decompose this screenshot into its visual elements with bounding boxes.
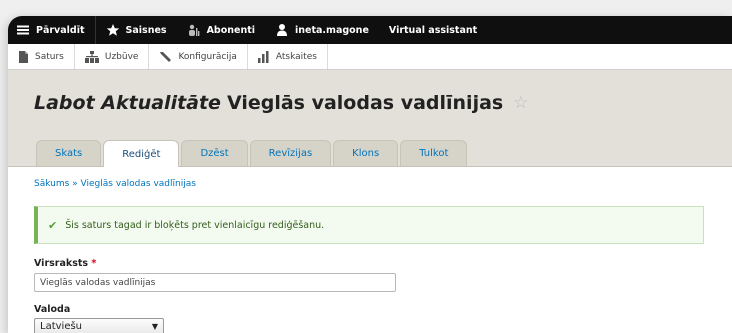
tab-edit[interactable]: Rediģēt — [103, 140, 180, 167]
toolbar-item-user[interactable]: ineta.magone — [265, 16, 379, 44]
status-message: ✔ Šis saturs tagad ir bloķēts pret vienl… — [34, 206, 704, 244]
toolbar-item-manage[interactable]: Pārvaldīt — [8, 16, 96, 44]
toolbar-item-label: ineta.magone — [295, 24, 369, 36]
required-marker: * — [91, 258, 97, 269]
tab-delete[interactable]: Dzēst — [181, 140, 248, 166]
toolbar-item-label: Virtual assistant — [388, 24, 478, 36]
tab-view[interactable]: Skats — [36, 140, 102, 166]
title-field-label: Virsraksts * — [34, 258, 97, 269]
tray-item-label: Atskaites — [275, 51, 317, 62]
chevron-down-icon: ▼ — [151, 322, 158, 331]
tray-item-label: Saturs — [35, 51, 64, 62]
user-icon — [277, 24, 288, 36]
tray-item-configuration[interactable]: Konfigurācija — [149, 44, 248, 69]
tray-item-label: Uzbūve — [104, 51, 139, 62]
page-title-type: Labot Aktualitāte — [34, 92, 221, 114]
title-input[interactable]: Vieglās valodas vadlīnijas — [34, 273, 396, 292]
language-field-label: Valoda — [34, 304, 71, 315]
toolbar-item-virtual-assistant[interactable]: Virtual assistant — [379, 16, 487, 44]
page-header: Labot Aktualitāte Vieglās valodas vadlīn… — [8, 70, 732, 167]
content-icon — [19, 50, 28, 63]
tab-clone[interactable]: Klons — [333, 140, 399, 166]
tab-revisions[interactable]: Revīzijas — [249, 140, 332, 166]
tray-item-reports[interactable]: Atskaites — [248, 44, 328, 69]
breadcrumb[interactable]: Sākums » Vieglās valodas vadlīnijas — [34, 179, 706, 189]
structure-icon — [84, 50, 99, 63]
toolbar-item-subscribers[interactable]: Abonenti — [177, 16, 265, 44]
toolbar-item-label: Saisnes — [125, 24, 167, 36]
toolbar-item-shortcuts[interactable]: Saisnes — [96, 16, 177, 44]
toolbar-item-label: Abonenti — [206, 24, 256, 36]
main-content: Sākums » Vieglās valodas vadlīnijas ✔ Ši… — [8, 179, 732, 333]
tab-translate[interactable]: Tulkot — [400, 140, 468, 166]
page-title-name: Vieglās valodas vadlīnijas — [226, 92, 504, 114]
language-select[interactable]: Latviešu ▼ — [34, 318, 164, 333]
language-select-value: Latviešu — [40, 321, 83, 332]
bookmark-star-icon[interactable]: ☆ — [513, 93, 528, 113]
star-icon — [106, 24, 119, 36]
admin-toolbar: Pārvaldīt Saisnes Abonenti ineta.magone … — [8, 16, 732, 44]
toolbar-item-label: Pārvaldīt — [36, 24, 85, 36]
subscribers-icon — [188, 24, 199, 36]
status-message-text: Šis saturs tagad ir bloķēts pret vienlai… — [65, 219, 325, 231]
admin-window: Pārvaldīt Saisnes Abonenti ineta.magone … — [8, 16, 732, 333]
tray-item-content[interactable]: Saturs — [8, 44, 75, 69]
admin-tray: Saturs Uzbūve Konfigurācija Atskaites — [8, 44, 732, 70]
menu-icon — [17, 25, 29, 35]
tray-item-structure[interactable]: Uzbūve — [75, 44, 150, 69]
reports-icon — [257, 50, 269, 63]
page-title: Labot Aktualitāte Vieglās valodas vadlīn… — [34, 92, 528, 114]
page-tabs: Skats Rediģēt Dzēst Revīzijas Klons Tulk… — [36, 140, 468, 167]
wrench-icon — [160, 51, 172, 62]
tray-item-label: Konfigurācija — [178, 51, 237, 62]
checkmark-icon: ✔ — [48, 218, 58, 232]
